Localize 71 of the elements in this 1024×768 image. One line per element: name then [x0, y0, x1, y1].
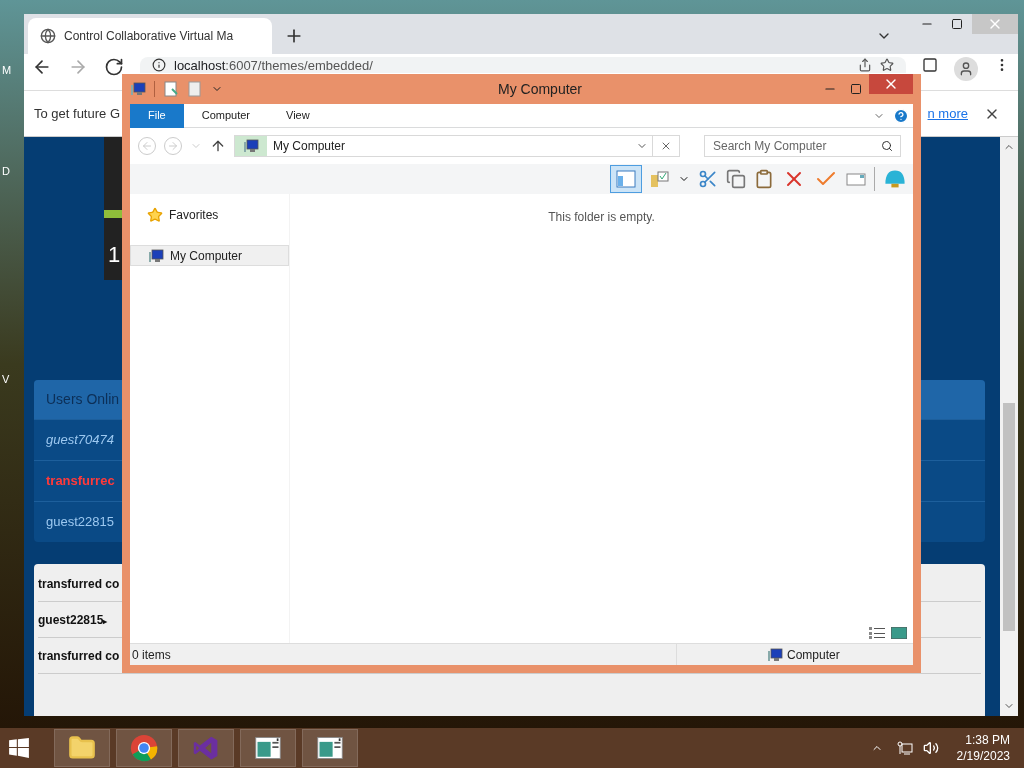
star-icon [147, 206, 163, 223]
nav-item[interactable]: My Computer [130, 245, 289, 266]
share-icon[interactable] [858, 58, 872, 72]
reload-icon[interactable] [104, 57, 124, 77]
nav-label: Favorites [169, 206, 219, 224]
taskbar-button[interactable] [54, 729, 110, 767]
nav-item[interactable]: Favorites [130, 204, 289, 225]
info-icon [152, 58, 166, 72]
item-count: 0 items [131, 646, 172, 664]
sidebar-icon[interactable] [922, 57, 938, 73]
bookmark-icon[interactable] [880, 58, 894, 72]
message-author: transfurred co [38, 575, 120, 593]
browser-tab[interactable]: Control Collaborative Virtual Ma [28, 18, 272, 54]
user-name[interactable]: guest22815 [46, 512, 114, 532]
scrollbar[interactable] [1000, 137, 1018, 716]
volume-icon[interactable] [922, 740, 939, 756]
ribbon-tab[interactable]: Computer [183, 103, 269, 128]
message-author: guest22815▸ [38, 611, 108, 629]
date: 2/19/2023 [956, 748, 1010, 764]
taskbar-button[interactable] [116, 729, 172, 767]
globe-icon [40, 28, 56, 44]
network-icon[interactable] [896, 740, 913, 756]
nav-label: My Computer [170, 247, 243, 265]
empty-message: This folder is empty. [548, 209, 655, 226]
user-name[interactable]: guest70474 [46, 430, 114, 450]
folder-check-icon[interactable] [650, 169, 670, 189]
clock[interactable]: 1:38 PM 2/19/2023 [956, 732, 1010, 764]
desktop-icon-label: D [2, 164, 10, 179]
chrome-icon [130, 734, 158, 762]
help-icon[interactable] [893, 107, 909, 124]
clear-icon[interactable] [660, 140, 672, 152]
address-bar[interactable]: localhost:6007/themes/embedded/ [140, 57, 906, 73]
computer-icon [130, 81, 146, 97]
location-label: Computer [787, 646, 840, 664]
ribbon-tab[interactable]: View [268, 103, 328, 128]
search-icon [881, 140, 893, 152]
window-icon [316, 734, 344, 762]
window-title: My Computer [497, 79, 582, 99]
learn-more-link[interactable]: n more [927, 103, 968, 124]
address-text: My Computer [272, 138, 347, 155]
profile-icon[interactable] [954, 57, 978, 81]
preview-pane-button[interactable] [610, 165, 642, 193]
cut-icon[interactable] [698, 169, 718, 189]
taskbar-button[interactable] [302, 729, 358, 767]
taskbar-button[interactable] [240, 729, 296, 767]
infinity-icon [192, 734, 220, 762]
computer-icon [243, 138, 259, 154]
thumbnail-view-icon[interactable] [891, 627, 907, 639]
panel-title: Users Onlin [46, 390, 120, 409]
ribbon-tab[interactable]: File [130, 103, 184, 128]
message-author: transfurred co [38, 647, 120, 665]
url-text: localhost:6007/themes/embedded/ [174, 57, 373, 73]
paste-icon[interactable] [754, 169, 774, 189]
properties-icon[interactable] [163, 81, 179, 97]
computer-icon [148, 247, 164, 264]
search-field[interactable]: Search My Computer [704, 135, 901, 157]
desktop-icon-label: M [2, 63, 12, 78]
address-field[interactable]: My Computer [234, 135, 680, 157]
window-icon [254, 734, 282, 762]
pane-icon [616, 169, 636, 189]
copy-icon[interactable] [726, 169, 746, 189]
windows-logo-icon[interactable] [8, 737, 30, 759]
details-view-icon[interactable] [869, 627, 885, 639]
counter: 1 [107, 241, 122, 269]
computer-icon [767, 646, 783, 663]
desktop-icon-label: V [2, 372, 10, 387]
time: 1:38 PM [965, 732, 1010, 748]
scrollbar-thumb[interactable] [1003, 403, 1015, 631]
infobar-text: To get future G [34, 104, 120, 123]
up-icon[interactable] [210, 138, 226, 154]
tab-title: Control Collaborative Virtual Ma [64, 28, 234, 45]
